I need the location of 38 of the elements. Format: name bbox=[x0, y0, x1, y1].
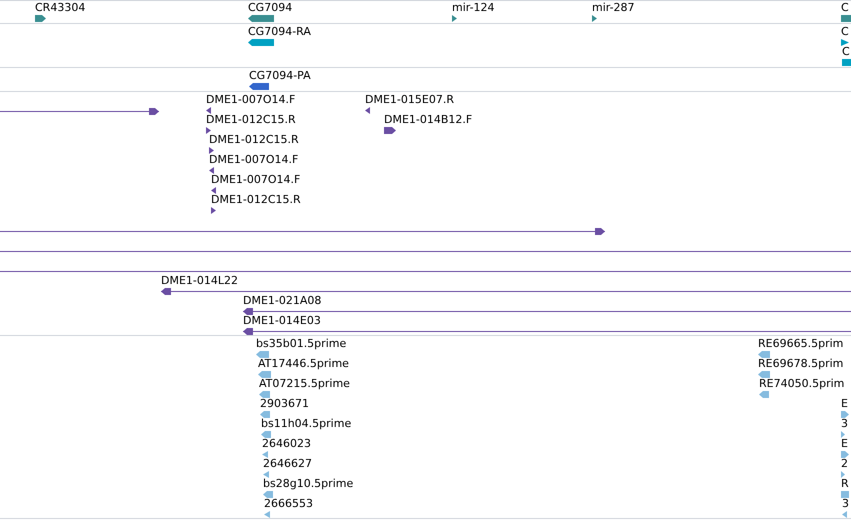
feature-label: DME1-015E07.R bbox=[365, 93, 454, 106]
feature-label: DME1-014E03 bbox=[243, 314, 321, 327]
feature-label: DME1-014B12.F bbox=[384, 113, 472, 126]
feature-label: RE74050.5prim bbox=[759, 377, 844, 390]
feature-label: CG7094-RA bbox=[248, 25, 311, 38]
feature-label: DME1-007O14.F bbox=[209, 153, 298, 166]
feature-label: AT17446.5prime bbox=[258, 357, 349, 370]
feature-label: DME1-007O14.F bbox=[206, 93, 296, 106]
feature-label: RE69665.5prim bbox=[758, 337, 844, 350]
feature-label: C bbox=[841, 25, 849, 38]
feature-label: C bbox=[842, 45, 850, 58]
feature-label: bs35b01.5prime bbox=[256, 337, 346, 350]
feature-label: mir-124 bbox=[452, 1, 495, 14]
feature-label: 2646023 bbox=[262, 437, 311, 450]
feature-label: DME1-012C15.R bbox=[211, 193, 301, 206]
feature-label: DME1-012C15.R bbox=[206, 113, 296, 126]
feature-label: 3 bbox=[841, 417, 848, 430]
feature-label: 3 bbox=[842, 497, 849, 510]
feature-label: DME1-012C15.R bbox=[209, 133, 299, 146]
feature-label: CR43304 bbox=[35, 1, 86, 14]
feature-label: DME1-014L22 bbox=[161, 274, 238, 287]
feature-label: RE69678.5prim bbox=[758, 357, 844, 370]
feature-label: bs11h04.5prime bbox=[261, 417, 352, 430]
feature-label: CG7094 bbox=[248, 1, 292, 14]
feature-label: 2903671 bbox=[260, 397, 309, 410]
feature-label: AT07215.5prime bbox=[259, 377, 350, 390]
feature-label: E bbox=[841, 397, 848, 410]
feature-label: E bbox=[841, 437, 848, 450]
feature-label: DME1-021A08 bbox=[243, 294, 322, 307]
feature-label: R bbox=[841, 477, 849, 490]
feature-label: CG7094-PA bbox=[249, 69, 311, 82]
feature-label: C bbox=[841, 1, 849, 14]
feature-label: 2 bbox=[841, 457, 848, 470]
feature-label: mir-287 bbox=[592, 1, 635, 14]
feature-label: bs28g10.5prime bbox=[263, 477, 354, 490]
feature-label: 2666553 bbox=[264, 497, 313, 510]
feature-label: DME1-007O14.F bbox=[211, 173, 300, 186]
feature-label: 2646627 bbox=[263, 457, 312, 470]
